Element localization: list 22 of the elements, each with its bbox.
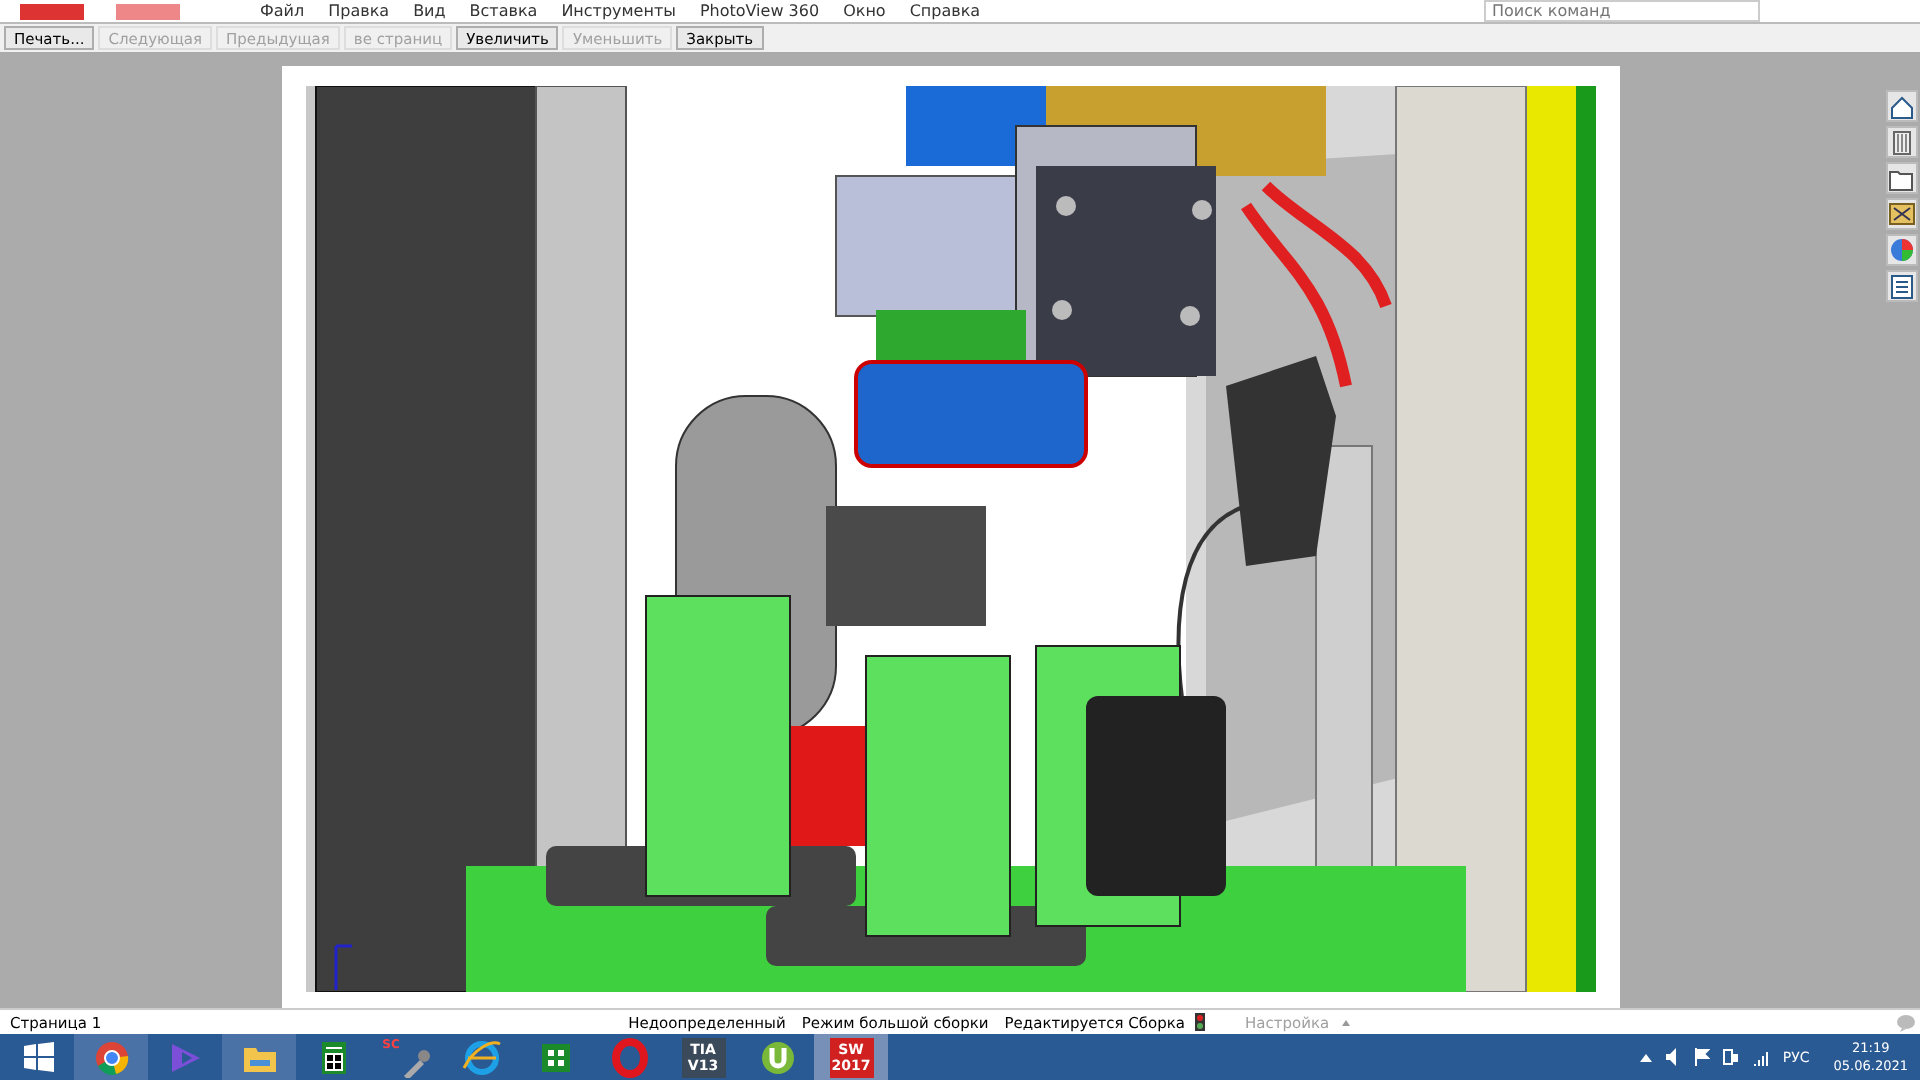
letter-e-icon [459,1035,503,1079]
folder-icon[interactable] [1886,162,1918,194]
menu-item[interactable]: Инструменты [561,2,676,20]
menu-item[interactable]: Окно [843,2,886,20]
ring-o-icon [607,1035,651,1079]
list-icon[interactable] [1886,270,1918,302]
menu-item[interactable]: Правка [328,2,390,20]
search-field[interactable]: Поиск команд [1484,0,1760,22]
signal-icon[interactable] [1752,1048,1771,1066]
wrench-icon [399,1045,432,1077]
color-wheel-icon[interactable] [1886,234,1918,266]
network-icon[interactable] [1722,1048,1741,1066]
traffic-light-icon [1193,1012,1206,1032]
flag-icon[interactable] [1694,1048,1711,1066]
menu-item[interactable]: PhotoView 360 [699,2,820,20]
caret-icon[interactable] [1640,1052,1653,1062]
menu-item[interactable]: Вид [413,2,446,20]
menu-item[interactable]: Вставка [469,2,538,20]
menu-item[interactable]: Справка [909,2,981,20]
menu-item[interactable]: Файл [260,2,305,20]
caret-icon [1341,1019,1350,1025]
home-icon[interactable] [1886,90,1918,122]
